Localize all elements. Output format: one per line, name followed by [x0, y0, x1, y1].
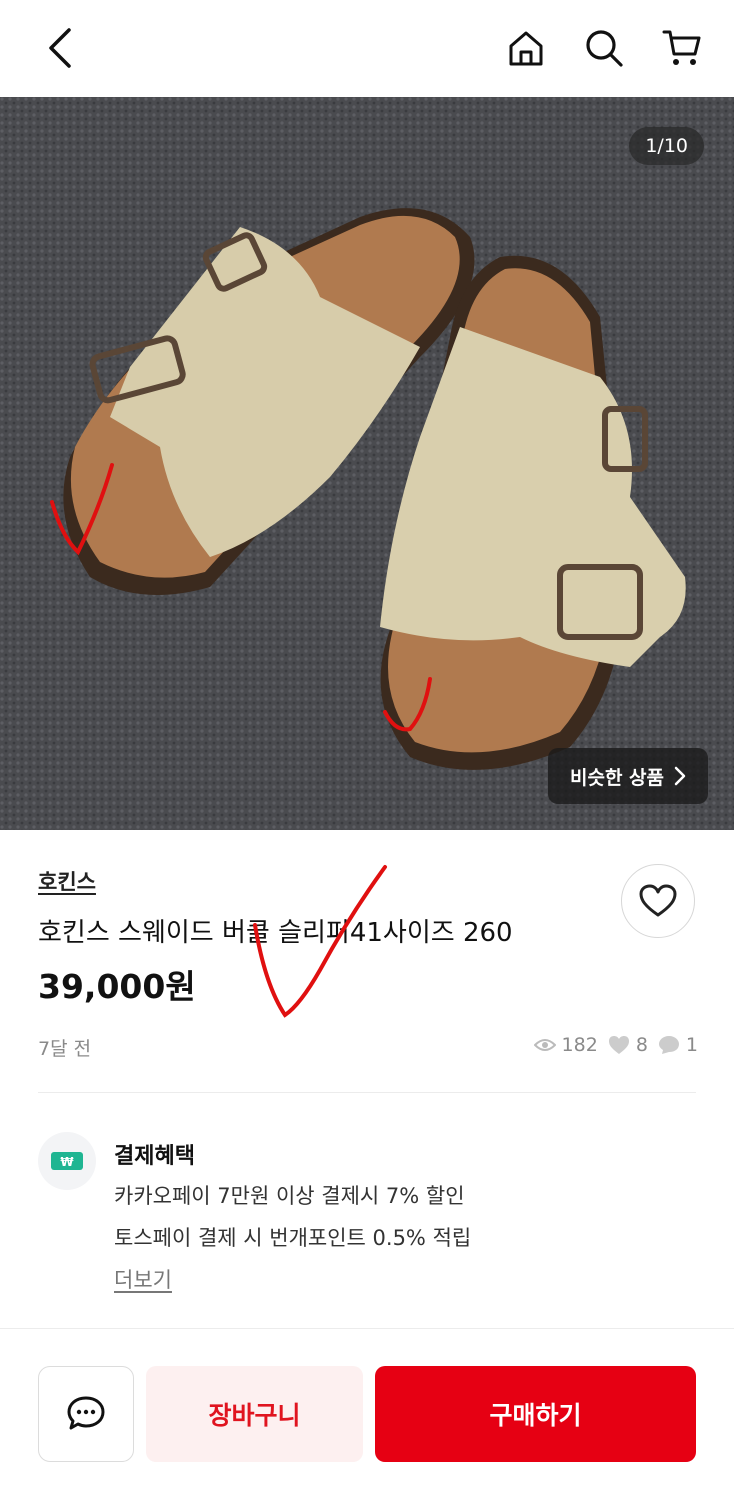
home-icon [509, 31, 543, 66]
back-button[interactable] [38, 26, 82, 70]
cart-icon [662, 30, 701, 65]
benefit-icon-wrap: ₩ [38, 1132, 96, 1190]
image-counter: 1/10 [629, 127, 704, 165]
chat-small-icon [658, 1036, 679, 1054]
benefit-tosspay: 토스페이 결제 시 번개포인트 0.5% 적립 [114, 1226, 472, 1250]
heart-icon [639, 884, 677, 917]
home-button[interactable] [504, 26, 548, 70]
heart-small-icon [608, 1036, 629, 1054]
product-image[interactable]: 1/10 비슷한 상품 [0, 97, 734, 830]
section-divider [38, 1092, 696, 1093]
cart-button[interactable] [660, 26, 704, 70]
chats-stat: 1 [658, 1034, 698, 1056]
chats-count: 1 [685, 1034, 698, 1056]
bottom-bar-divider [0, 1328, 734, 1329]
listing-stats: 182 8 1 [533, 1034, 698, 1056]
posted-time: 7달 전 [38, 1038, 92, 1060]
back-icon [49, 28, 71, 68]
search-icon [586, 30, 623, 67]
benefit-more-link[interactable]: 더보기 [114, 1264, 172, 1294]
brand-link[interactable]: 호킨스 [38, 866, 96, 896]
listing-meta: 7달 전 182 8 1 [38, 1034, 698, 1062]
views-stat: 182 [533, 1034, 598, 1056]
benefit-title: 결제혜택 [114, 1144, 195, 1169]
likes-count: 8 [635, 1034, 648, 1056]
benefit-kakaopay: 카카오페이 7만원 이상 결제시 7% 할인 [114, 1184, 465, 1208]
similar-products-label: 비슷한 상품 [569, 766, 664, 789]
views-count: 182 [561, 1034, 598, 1056]
top-bar [0, 0, 734, 97]
chat-icon [67, 1396, 105, 1430]
sandals-photo [0, 97, 734, 830]
wishlist-button[interactable] [621, 864, 695, 938]
product-title: 호킨스 스웨이드 버클 슬리퍼41사이즈 260 [38, 918, 513, 948]
buy-now-button[interactable]: 구매하기 [375, 1366, 696, 1462]
search-button[interactable] [582, 26, 626, 70]
similar-products-button[interactable]: 비슷한 상품 [547, 748, 708, 804]
eye-icon [533, 1039, 556, 1051]
add-to-cart-button[interactable]: 장바구니 [146, 1366, 363, 1462]
svg-text:₩: ₩ [60, 1155, 74, 1169]
chevron-right-icon [674, 766, 686, 786]
chat-button[interactable] [38, 1366, 134, 1462]
product-price: 39,000원 [38, 967, 196, 1006]
likes-stat: 8 [608, 1034, 648, 1056]
won-icon: ₩ [51, 1152, 83, 1170]
